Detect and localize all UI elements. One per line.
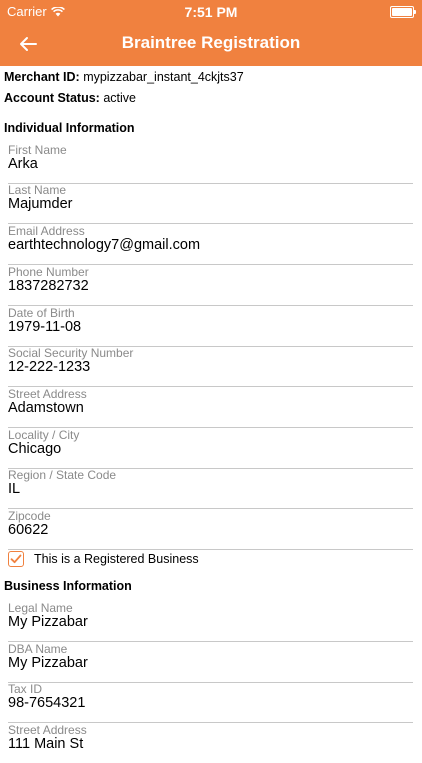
ssn-field[interactable]: Social Security Number 12-222-1233 [8, 346, 413, 387]
field-label: Legal Name [8, 601, 73, 615]
zipcode-field[interactable]: Zipcode 60622 [8, 509, 413, 550]
field-value[interactable]: Chicago [8, 441, 61, 457]
field-label: Zipcode [8, 509, 51, 523]
merchant-id-value: mypizzabar_instant_4ckjts37 [83, 70, 244, 84]
merchant-id-label: Merchant ID: [4, 70, 80, 84]
field-value[interactable]: IL [8, 481, 20, 497]
first-name-field[interactable]: First Name Arka [8, 143, 413, 184]
field-value[interactable]: Adamstown [8, 400, 84, 416]
field-label: Email Address [8, 224, 85, 238]
field-value[interactable]: earthtechnology7@gmail.com [8, 237, 200, 253]
field-label: Last Name [8, 183, 67, 197]
account-status-value: active [103, 91, 136, 105]
status-bar: Carrier 7:51 PM [0, 0, 422, 22]
last-name-field[interactable]: Last Name Majumder [8, 183, 413, 224]
field-label: Street Address [8, 387, 87, 401]
checkmark-icon [10, 554, 22, 564]
field-value[interactable]: 1837282732 [8, 278, 89, 294]
tax-id-field[interactable]: Tax ID 98-7654321 [8, 682, 413, 723]
account-status-line: Account Status: active [4, 91, 136, 105]
field-value[interactable]: My Pizzabar [8, 614, 88, 630]
dba-name-field[interactable]: DBA Name My Pizzabar [8, 642, 413, 683]
page-title: Braintree Registration [121, 33, 301, 52]
merchant-id-line: Merchant ID: mypizzabar_instant_4ckjts37 [4, 70, 244, 84]
field-value[interactable]: 12-222-1233 [8, 359, 90, 375]
field-label: Region / State Code [8, 468, 117, 482]
individual-section-title: Individual Information [4, 121, 135, 135]
field-label: Date of Birth [8, 306, 75, 320]
email-field[interactable]: Email Address earthtechnology7@gmail.com [8, 224, 413, 265]
app-header: Carrier 7:51 PM Braintree Registration [0, 0, 422, 66]
field-label: Phone Number [8, 265, 89, 279]
registered-business-row[interactable]: This is a Registered Business [8, 548, 199, 570]
business-street-address-field[interactable]: Street Address 111 Main St [8, 723, 413, 763]
field-value[interactable]: My Pizzabar [8, 655, 88, 671]
city-field[interactable]: Locality / City Chicago [8, 428, 413, 469]
legal-name-field[interactable]: Legal Name My Pizzabar [8, 601, 413, 642]
field-label: Social Security Number [8, 346, 134, 360]
field-value[interactable]: Majumder [8, 196, 72, 212]
navigation-bar: Braintree Registration [0, 22, 422, 66]
street-address-field[interactable]: Street Address Adamstown [8, 387, 413, 428]
registered-business-checkbox[interactable] [8, 551, 24, 567]
field-label: Locality / City [8, 428, 80, 442]
battery-icon [390, 6, 416, 18]
field-value[interactable]: 1979-11-08 [8, 319, 81, 335]
status-time: 7:51 PM [184, 4, 238, 20]
phone-field[interactable]: Phone Number 1837282732 [8, 265, 413, 306]
field-label: Street Address [8, 723, 87, 737]
field-label: First Name [8, 143, 67, 157]
field-value[interactable]: 60622 [8, 522, 48, 538]
field-value[interactable]: 98-7654321 [8, 695, 85, 711]
registered-business-label: This is a Registered Business [34, 552, 199, 566]
field-value[interactable]: Arka [8, 156, 38, 172]
business-section-title: Business Information [4, 579, 132, 593]
field-label: Tax ID [8, 682, 43, 696]
date-of-birth-field[interactable]: Date of Birth 1979-11-08 [8, 306, 413, 347]
state-field[interactable]: Region / State Code IL [8, 468, 413, 509]
account-status-label: Account Status: [4, 91, 100, 105]
field-label: DBA Name [8, 642, 68, 656]
